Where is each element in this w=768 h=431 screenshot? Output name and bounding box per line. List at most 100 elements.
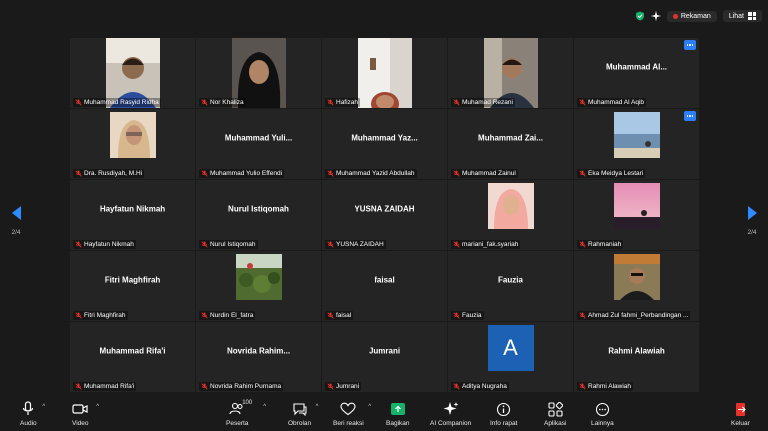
participant-tile[interactable]: Muhammad Yuli... Muhammad Yulio Effendi — [196, 109, 321, 179]
participant-name: Aditya Nugraha — [462, 383, 507, 390]
participant-display-name: Hayfatun Nikmah — [99, 204, 166, 214]
participant-name: Nurul Istiqomah — [210, 241, 256, 248]
participant-tile[interactable]: Nor Khaliza — [196, 38, 321, 108]
participant-tile[interactable]: Muhamad Rezani — [448, 38, 573, 108]
participant-tile[interactable]: Eka Meidya Lestari — [574, 109, 699, 179]
caret-up-icon[interactable]: ^ — [96, 404, 99, 410]
participant-name-label: Jumrani — [325, 382, 362, 391]
next-page-button[interactable]: 2/4 — [742, 206, 762, 236]
muted-microphone-icon — [201, 99, 208, 106]
participant-tile[interactable]: Nurul Istiqomah Nurul Istiqomah — [196, 180, 321, 250]
participant-tile[interactable]: faisal faisal — [322, 251, 447, 321]
participant-tile[interactable]: Nurdin El_fatra — [196, 251, 321, 321]
apps-button[interactable]: Aplikasi — [544, 400, 566, 427]
tile-more-options-button[interactable] — [684, 111, 696, 121]
muted-microphone-icon — [453, 241, 460, 248]
participant-name: YUSNA ZAIDAH — [336, 241, 384, 248]
participant-tile[interactable]: Muhammad Rasyid Ridha — [70, 38, 195, 108]
participant-name-label: Hayfatun Nikmah — [73, 240, 136, 249]
participant-name-label: Fitri Maghfirah — [73, 311, 128, 320]
shield-check-icon[interactable] — [635, 11, 645, 21]
participant-display-name: faisal — [374, 275, 395, 285]
participant-name-label: Muhamad Rezani — [451, 98, 515, 107]
share-screen-icon — [390, 403, 405, 415]
participant-name-label: Muhammad Yulio Effendi — [199, 169, 285, 178]
participant-tile[interactable]: Jumrani Jumrani — [322, 322, 447, 392]
gallery-view: Muhammad Rasyid Ridha Nor Khaliza Hafizah M… — [70, 38, 699, 392]
participant-tile[interactable]: Rahmi Alawiah Rahmi Alawiah — [574, 322, 699, 392]
participant-name: Muhammad Yulio Effendi — [210, 170, 283, 177]
video-label: Video — [72, 420, 89, 427]
participant-name: Novrida Rahim Purnama — [210, 383, 282, 390]
more-button[interactable]: Lainnya — [591, 400, 614, 427]
audio-label: Audio — [20, 420, 37, 427]
microphone-icon — [23, 401, 34, 415]
participant-display-name: Fauzia — [498, 275, 523, 285]
participant-display-name: Muhammad Yuli... — [224, 133, 293, 143]
participant-name-label: faisal — [325, 311, 354, 320]
participant-name-label: Aditya Nugraha — [451, 382, 509, 391]
participant-name: Hayfatun Nikmah — [84, 241, 134, 248]
participant-name: mariani_fak.syariah — [462, 241, 519, 248]
participant-display-name: Nurul Istiqomah — [228, 204, 289, 214]
tile-more-options-button[interactable] — [684, 40, 696, 50]
participant-name: Rahmaniah — [588, 241, 622, 248]
participant-tile[interactable]: YUSNA ZAIDAH YUSNA ZAIDAH — [322, 180, 447, 250]
ai-sparkle-icon[interactable] — [650, 11, 661, 21]
participant-tile[interactable]: Dra. Rusdiyah, M.Hi — [70, 109, 195, 179]
participant-name: Nor Khaliza — [210, 99, 244, 106]
participant-tile[interactable]: Muhammad Al... Muhammad Al Aqib — [574, 38, 699, 108]
view-button[interactable]: Lihat — [722, 10, 762, 22]
leave-button[interactable]: Keluar — [731, 400, 750, 427]
muted-microphone-icon — [327, 99, 334, 106]
participant-tile[interactable]: Novrida Rahim... Novrida Rahim Purnama — [196, 322, 321, 392]
muted-microphone-icon — [201, 241, 208, 248]
ai-companion-button[interactable]: AI Companion — [430, 400, 471, 427]
participant-name: Rahmi Alawiah — [588, 383, 631, 390]
caret-up-icon[interactable]: ^ — [368, 404, 371, 410]
participants-button[interactable]: 100 ^ Peserta — [226, 400, 266, 427]
meeting-info-button[interactable]: Info rapat — [490, 400, 517, 427]
participant-name: Muhammad Al Aqib — [588, 99, 645, 106]
heart-icon — [340, 402, 356, 416]
caret-up-icon[interactable]: ^ — [42, 404, 45, 410]
participant-name-label: YUSNA ZAIDAH — [325, 240, 386, 249]
participant-name: Muhammad Zainul — [462, 170, 516, 177]
participant-tile[interactable]: Muhammad Yaz... Muhammad Yazid Abdullah — [322, 109, 447, 179]
participant-tile[interactable]: Rahmaniah — [574, 180, 699, 250]
reactions-label: Beri reaksi — [333, 420, 364, 427]
participant-tile[interactable]: Ahmad Zul fahmi_Perbandingan ... — [574, 251, 699, 321]
share-button[interactable]: Bagikan — [386, 400, 410, 427]
caret-up-icon[interactable]: ^ — [263, 404, 266, 410]
participant-video — [487, 183, 534, 229]
participant-video — [235, 254, 282, 300]
participant-display-name: YUSNA ZAIDAH — [354, 204, 415, 214]
participant-tile[interactable]: Fauzia Fauzia — [448, 251, 573, 321]
muted-microphone-icon — [75, 383, 82, 390]
participant-tile[interactable]: Muhammad Zai... Muhammad Zainul — [448, 109, 573, 179]
participant-name: Ahmad Zul fahmi_Perbandingan ... — [588, 312, 689, 319]
reactions-button[interactable]: ^ Beri reaksi — [333, 400, 371, 427]
participant-tile[interactable]: Muhammad Rifa'i Muhammad Rifa'i — [70, 322, 195, 392]
muted-microphone-icon — [75, 99, 82, 106]
participant-display-name: Muhammad Yaz... — [351, 133, 418, 143]
participant-tile[interactable]: Hafizah — [322, 38, 447, 108]
participant-tile[interactable]: A Aditya Nugraha — [448, 322, 573, 392]
caret-up-icon[interactable]: ^ — [316, 404, 319, 410]
zoom-meeting-window: Rekaman Lihat 2/4 2/4 Muhammad Rasyid Ri… — [0, 0, 768, 431]
recording-indicator[interactable]: Rekaman — [666, 10, 717, 22]
audio-button[interactable]: ^ Audio — [20, 400, 45, 427]
participant-name-label: Eka Meidya Lestari — [577, 169, 646, 178]
previous-page-button[interactable]: 2/4 — [6, 206, 26, 236]
muted-microphone-icon — [579, 383, 586, 390]
participant-tile[interactable]: mariani_fak.syariah — [448, 180, 573, 250]
info-icon — [497, 402, 511, 416]
video-button[interactable]: ^ Video — [72, 400, 99, 427]
chevron-right-icon — [747, 206, 757, 220]
participant-tile[interactable]: Fitri Maghfirah Fitri Maghfirah — [70, 251, 195, 321]
participant-tile[interactable]: Hayfatun Nikmah Hayfatun Nikmah — [70, 180, 195, 250]
chat-button[interactable]: ^ Obrolan — [288, 400, 318, 427]
apps-label: Aplikasi — [544, 420, 567, 427]
muted-microphone-icon — [579, 99, 586, 106]
leave-door-icon — [735, 402, 746, 416]
